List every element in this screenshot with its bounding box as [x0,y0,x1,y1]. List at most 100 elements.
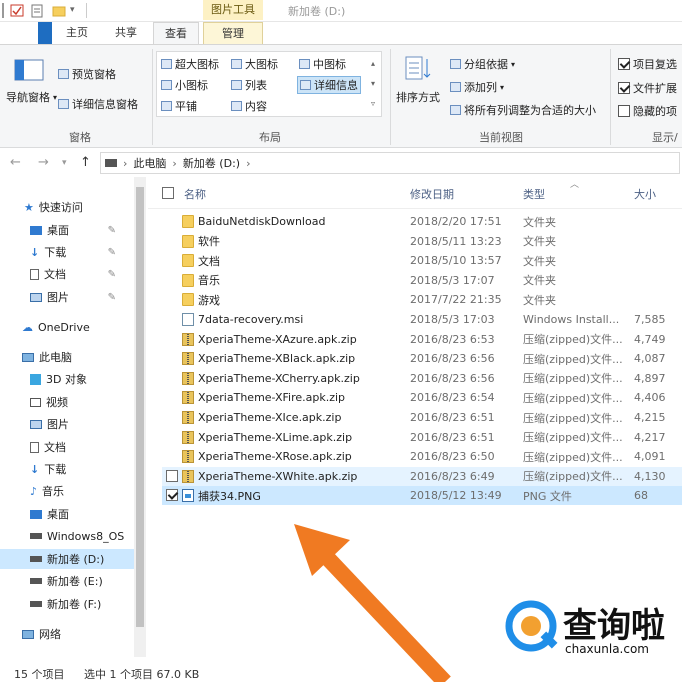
customize-toolbar-icon[interactable]: ▾ [70,3,84,18]
file-date: 2016/8/23 6:53 [410,332,495,346]
forward-icon[interactable]: → [38,155,49,170]
nav-drive-d[interactable]: 新加卷 (D:) [0,549,134,569]
file-row[interactable]: 软件 2018/5/11 13:23 文件夹 [162,232,682,251]
file-type: PNG 文件 [523,489,572,503]
properties-icon[interactable] [30,3,44,18]
back-icon[interactable]: ← [10,155,21,170]
tab-view[interactable]: 查看 [153,22,199,44]
file-row[interactable]: XperiaTheme-XWhite.apk.zip 2016/8/23 6:49… [162,466,682,486]
nav-drive-c[interactable]: Windows8_OS [30,526,134,546]
size-all-columns-button[interactable]: 将所有列调整为合适的大小 [450,102,596,118]
select-all-checkbox[interactable] [162,187,174,199]
nav-documents[interactable]: 文档 ✎ [30,264,134,284]
tab-share[interactable]: 共享 [106,22,146,44]
file-row[interactable]: XperiaTheme-XAzure.apk.zip 2016/8/23 6:53… [162,330,682,349]
nav-pictures-pc[interactable]: 图片 [30,414,134,434]
small-icons-option[interactable]: 小图标 [161,77,208,93]
sort-by-icon[interactable] [404,55,432,83]
file-row[interactable]: XperiaTheme-XFire.apk.zip 2016/8/23 6:54 压… [162,388,682,407]
file-size: 7,585 [634,313,666,326]
file-name: XperiaTheme-XAzure.apk.zip [198,332,357,346]
group-by-button[interactable]: 分组依据 ▾ [450,56,515,72]
column-size[interactable]: 大小 [634,186,656,202]
file-row[interactable]: 捕获34.PNG 2018/5/12 13:49 PNG 文件 68 [162,486,682,506]
navigation-pane-button[interactable]: 导航窗格 ▾ [6,89,57,105]
size-columns-icon [450,105,461,115]
row-checkbox[interactable] [166,489,178,502]
list-option[interactable]: 列表 [231,77,267,93]
file-row[interactable]: 音乐 2018/5/3 17:07 文件夹 [162,271,682,290]
tab-manage[interactable]: 管理 [203,22,263,44]
tiles-icon [161,101,172,111]
nav-desktop[interactable]: 桌面 ✎ [30,220,134,240]
add-columns-button[interactable]: 添加列 ▾ [450,79,504,95]
nav-downloads-pc[interactable]: ↓ 下载 [30,459,134,479]
content-option[interactable]: 内容 [231,98,267,114]
content-icon [231,101,242,111]
small-icons-icon [161,80,172,90]
nav-quick-access[interactable]: ★ 快速访问 [24,197,134,217]
nav-scrollbar-thumb[interactable] [136,187,144,627]
gallery-scroll-icon[interactable]: ▴ ▾ ▿ [371,54,375,114]
recent-locations-icon[interactable]: ▾ [62,158,67,168]
file-row[interactable]: XperiaTheme-XCherry.apk.zip 2016/8/23 6:5… [162,369,682,388]
details-option[interactable]: 详细信息 [297,76,361,94]
row-checkbox[interactable] [166,469,178,482]
details-pane-button[interactable]: 详细信息窗格 [58,96,138,112]
tab-home[interactable]: 主页 [58,22,96,44]
large-icons-option[interactable]: 大图标 [231,56,278,72]
tiles-option[interactable]: 平铺 [161,98,197,114]
file-name: 7data-recovery.msi [198,313,304,326]
item-checkboxes-toggle[interactable]: 项目复选 [618,56,677,72]
file-row[interactable]: 游戏 2017/7/22 21:35 文件夹 [162,290,682,309]
file-row[interactable]: XperiaTheme-XLime.apk.zip 2016/8/23 6:51 压… [162,428,682,447]
nav-label: 此电脑 [39,351,72,364]
file-date: 2016/8/23 6:54 [410,391,495,405]
extra-large-icons-option[interactable]: 超大图标 [161,56,219,72]
hidden-items-toggle[interactable]: 隐藏的项 [618,103,677,119]
breadcrumb-drive-d[interactable]: 新加卷 (D:) [183,155,240,171]
navigation-pane-icon[interactable] [14,59,44,81]
column-type[interactable]: 类型 [523,186,545,202]
nav-pictures[interactable]: 图片 ✎ [30,287,134,307]
nav-desktop-pc[interactable]: 桌面 [30,504,134,524]
nav-network[interactable]: 网络 [22,624,134,644]
file-row[interactable]: XperiaTheme-XIce.apk.zip 2016/8/23 6:51 压缩… [162,408,682,427]
file-row[interactable]: XperiaTheme-XBlack.apk.zip 2016/8/23 6:56… [162,349,682,368]
nav-videos[interactable]: 视频 [30,392,134,412]
column-name[interactable]: 名称 [184,186,206,202]
nav-onedrive[interactable]: ☁ OneDrive [22,317,134,337]
file-name: XperiaTheme-XLime.apk.zip [198,430,353,444]
nav-drive-e[interactable]: 新加卷 (E:) [30,571,134,591]
nav-documents-pc[interactable]: 文档 [30,437,134,457]
nav-music[interactable]: ♪ 音乐 [30,481,134,501]
tab-file[interactable] [38,22,52,44]
file-name: XperiaTheme-XCherry.apk.zip [198,371,360,385]
medium-icons-option[interactable]: 中图标 [299,56,346,72]
address-bar[interactable]: › 此电脑 › 新加卷 (D:) › [100,152,680,174]
watermark-url: chaxunla.com [565,642,649,656]
nav-this-pc[interactable]: 此电脑 [22,347,134,367]
nav-drive-f[interactable]: 新加卷 (F:) [30,594,134,614]
file-row[interactable]: 7data-recovery.msi 2018/5/3 17:03 Windows … [162,310,682,329]
sort-by-button[interactable]: 排序方式 [396,89,440,105]
file-row[interactable]: XperiaTheme-XRose.apk.zip 2016/8/23 6:50 压… [162,447,682,466]
up-icon[interactable]: ↑ [80,155,91,170]
file-name: 文档 [198,254,220,268]
sort-up-icon: ︿ [570,180,580,190]
file-row[interactable]: BaiduNetdiskDownload 2018/2/20 17:51 文件夹 [162,212,682,231]
separator [610,49,611,145]
breadcrumb-this-pc[interactable]: 此电脑 [133,155,166,171]
list-icon [231,80,242,90]
file-extensions-toggle[interactable]: 文件扩展 [618,80,677,96]
column-date[interactable]: 修改日期 [410,186,454,202]
undo-icon[interactable] [10,3,24,18]
option-label: 列表 [245,79,267,92]
nav-3d-objects[interactable]: 3D 对象 [30,369,134,389]
nav-downloads[interactable]: ↓ 下载 ✎ [30,242,134,262]
new-folder-icon[interactable] [52,3,66,18]
file-row[interactable]: 文档 2018/5/10 13:57 文件夹 [162,251,682,270]
file-date: 2016/8/23 6:50 [410,450,495,464]
preview-pane-button[interactable]: 预览窗格 [58,66,116,82]
zip-icon [182,430,194,444]
